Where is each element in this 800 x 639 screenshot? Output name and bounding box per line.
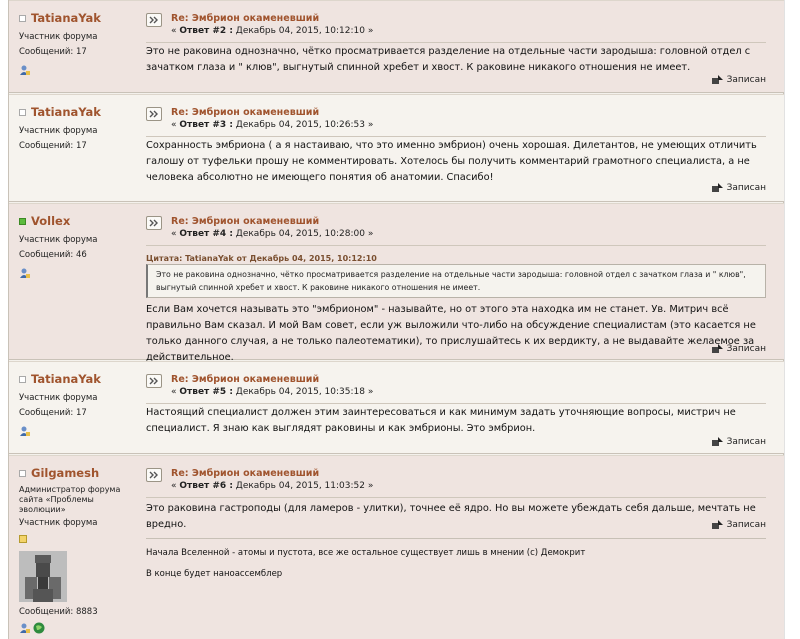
- forum-post: Vollex Участник форума Сообщений: 46 Re:…: [9, 203, 784, 363]
- post-date: Декабрь 04, 2015, 10:26:53 »: [232, 120, 374, 130]
- poster-name[interactable]: TatianaYak: [19, 11, 132, 25]
- username-link[interactable]: TatianaYak: [31, 105, 101, 119]
- reply-info: « Ответ #6 : Декабрь 04, 2015, 11:03:52 …: [171, 481, 374, 491]
- member-role: Участник форума: [19, 235, 98, 245]
- saved-button[interactable]: Записан: [711, 520, 766, 530]
- post-body: Это не раковина однозначно, чётко просма…: [146, 46, 751, 73]
- member-role: Участник форума: [19, 126, 98, 136]
- star-icon: [19, 535, 27, 543]
- post-date: Декабрь 04, 2015, 11:03:52 »: [232, 481, 374, 491]
- saved-icon: [711, 520, 723, 529]
- forum-post: TatianaYak Участник форума Сообщений: 17…: [9, 361, 784, 454]
- post-subject-link[interactable]: Re: Эмбрион окаменевший: [171, 13, 319, 24]
- post-subject-link[interactable]: Re: Эмбрион окаменевший: [171, 216, 319, 227]
- post-subject-link[interactable]: Re: Эмбрион окаменевший: [171, 374, 319, 385]
- reply-number[interactable]: Ответ #6 :: [179, 481, 233, 491]
- reply-number[interactable]: Ответ #5 :: [179, 387, 233, 397]
- post-content: Re: Эмбрион окаменевший « Ответ #4 : Дек…: [146, 204, 766, 363]
- poster-name[interactable]: TatianaYak: [19, 372, 132, 386]
- saved-button[interactable]: Записан: [711, 437, 766, 447]
- post-date: Декабрь 04, 2015, 10:28:00 »: [232, 229, 374, 239]
- post-icon: [146, 13, 162, 27]
- post-subject-link[interactable]: Re: Эмбрион окаменевший: [171, 468, 319, 479]
- profile-icon[interactable]: [19, 267, 31, 279]
- post-content: Re: Эмбрион окаменевший « Ответ #6 : Дек…: [146, 456, 766, 639]
- globe-icon[interactable]: [33, 622, 45, 637]
- reply-info: « Ответ #2 : Декабрь 04, 2015, 10:12:10 …: [171, 26, 374, 36]
- poster-name[interactable]: TatianaYak: [19, 105, 132, 119]
- poster-info: Gilgamesh Администратор форума сайта «Пр…: [9, 456, 132, 639]
- forum-post: TatianaYak Участник форума Сообщений: 17…: [9, 0, 784, 93]
- post-content: Re: Эмбрион окаменевший « Ответ #5 : Дек…: [146, 362, 766, 453]
- offline-status-icon: [19, 375, 26, 383]
- saved-icon: [711, 437, 723, 446]
- avatar: [19, 551, 67, 602]
- member-role: Участник форума: [19, 32, 98, 42]
- saved-icon: [711, 183, 723, 192]
- message-count: Сообщений: 46: [19, 250, 87, 260]
- reply-info: « Ответ #5 : Декабрь 04, 2015, 10:35:18 …: [171, 387, 374, 397]
- post-body: Если Вам хочется называть это "эмбрионом…: [146, 304, 756, 363]
- username-link[interactable]: Gilgamesh: [31, 466, 99, 480]
- offline-status-icon: [19, 108, 26, 116]
- post-icon: [146, 374, 162, 388]
- quote-block: Это не раковина однозначно, чётко просма…: [146, 264, 766, 298]
- poster-info: Vollex Участник форума Сообщений: 46: [9, 204, 132, 359]
- post-subject-link[interactable]: Re: Эмбрион окаменевший: [171, 107, 319, 118]
- saved-button[interactable]: Записан: [711, 344, 766, 354]
- post-icon: [146, 107, 162, 121]
- post-content: Re: Эмбрион окаменевший « Ответ #3 : Дек…: [146, 95, 766, 201]
- post-body: Сохранность эмбриона ( а я настаиваю, чт…: [146, 140, 757, 183]
- post-body: Настоящий специалист должен этим заинтер…: [146, 407, 736, 434]
- reply-info: « Ответ #4 : Декабрь 04, 2015, 10:28:00 …: [171, 229, 374, 239]
- reply-number[interactable]: Ответ #2 :: [179, 26, 233, 36]
- post-content: Re: Эмбрион окаменевший « Ответ #2 : Дек…: [146, 1, 766, 92]
- reply-number[interactable]: Ответ #3 :: [179, 120, 233, 130]
- online-status-icon: [19, 217, 26, 225]
- message-count: Сообщений: 17: [19, 408, 87, 418]
- saved-button[interactable]: Записан: [711, 183, 766, 193]
- offline-status-icon: [19, 469, 26, 477]
- offline-status-icon: [19, 14, 26, 22]
- poster-info: TatianaYak Участник форума Сообщений: 17: [9, 95, 132, 201]
- member-role: Участник форума: [19, 393, 98, 403]
- message-count: Сообщений: 17: [19, 47, 87, 57]
- post-icon: [146, 216, 162, 230]
- profile-icon[interactable]: [19, 622, 31, 637]
- post-date: Декабрь 04, 2015, 10:35:18 »: [232, 387, 374, 397]
- page-margin: [784, 0, 800, 639]
- poster-info: TatianaYak Участник форума Сообщений: 17: [9, 362, 132, 453]
- signature-line: Начала Вселенной - атомы и пустота, все …: [146, 548, 586, 558]
- profile-icon[interactable]: [19, 425, 31, 437]
- reply-info: « Ответ #3 : Декабрь 04, 2015, 10:26:53 …: [171, 120, 374, 130]
- profile-icon[interactable]: [19, 64, 31, 76]
- username-link[interactable]: TatianaYak: [31, 11, 101, 25]
- saved-icon: [711, 75, 723, 84]
- saved-button[interactable]: Записан: [711, 75, 766, 85]
- saved-icon: [711, 344, 723, 353]
- signature-line: В конце будет наноассемблер: [146, 569, 283, 579]
- message-count: Сообщений: 8883: [19, 607, 98, 617]
- member-role: Администратор форума сайта «Проблемы эво…: [19, 485, 121, 514]
- forum-post: TatianaYak Участник форума Сообщений: 17…: [9, 94, 784, 202]
- poster-info: TatianaYak Участник форума Сообщений: 17: [9, 1, 132, 92]
- forum-post: Gilgamesh Администратор форума сайта «Пр…: [9, 455, 784, 639]
- poster-name[interactable]: Gilgamesh: [19, 466, 132, 480]
- post-icon: [146, 468, 162, 482]
- poster-name[interactable]: Vollex: [19, 214, 132, 228]
- quote-header-link[interactable]: Цитата: TatianaYak от Декабрь 04, 2015, …: [146, 254, 377, 263]
- reply-number[interactable]: Ответ #4 :: [179, 229, 233, 239]
- post-body: Это раковина гастроподы (для ламеров - у…: [146, 503, 756, 530]
- post-date: Декабрь 04, 2015, 10:12:10 »: [232, 26, 374, 36]
- member-group: Участник форума: [19, 518, 98, 528]
- message-count: Сообщений: 17: [19, 141, 87, 151]
- username-link[interactable]: Vollex: [31, 214, 70, 228]
- username-link[interactable]: TatianaYak: [31, 372, 101, 386]
